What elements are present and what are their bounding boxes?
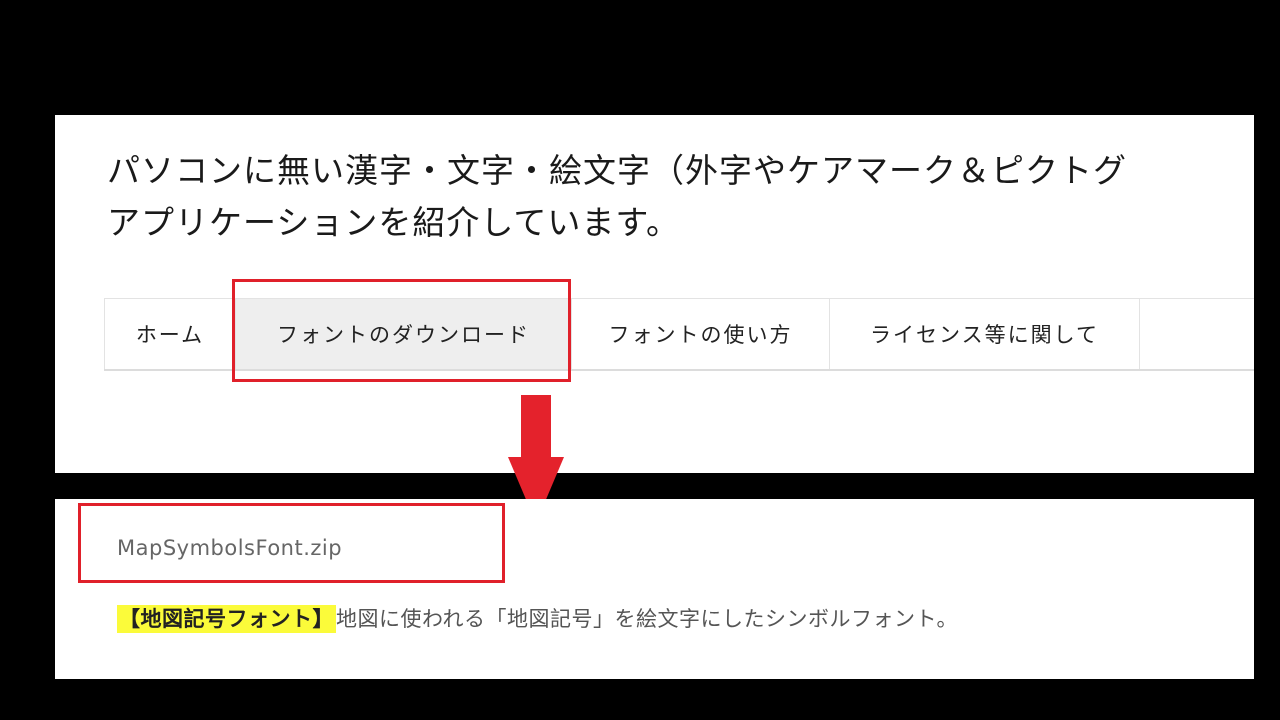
nav-item-home[interactable]: ホーム bbox=[104, 299, 236, 369]
headline-line-2: アプリケーションを紹介しています。 bbox=[107, 203, 681, 242]
nav-item-label: ホーム bbox=[135, 323, 205, 347]
nav-item-license[interactable]: ライセンス等に関して bbox=[830, 299, 1140, 369]
font-description: 【地図記号フォント】地図に使われる「地図記号」を絵文字にしたシンボルフォント。 bbox=[117, 603, 958, 633]
nav-item-label: フォントの使い方 bbox=[608, 323, 793, 347]
page-headline: パソコンに無い漢字・文字・絵文字（外字やケアマーク＆ピクトグ アプリケーションを… bbox=[107, 145, 1254, 249]
font-description-text: 地図に使われる「地図記号」を絵文字にしたシンボルフォント。 bbox=[336, 607, 959, 631]
nav-highlight-box bbox=[232, 279, 571, 382]
file-highlight-box bbox=[78, 503, 505, 583]
nav-item-label: ライセンス等に関して bbox=[870, 323, 1099, 347]
font-tag-label: 【地図記号フォント】 bbox=[117, 605, 336, 633]
headline-line-1: パソコンに無い漢字・文字・絵文字（外字やケアマーク＆ピクトグ bbox=[107, 151, 1127, 190]
nav-item-font-usage[interactable]: フォントの使い方 bbox=[572, 299, 830, 369]
